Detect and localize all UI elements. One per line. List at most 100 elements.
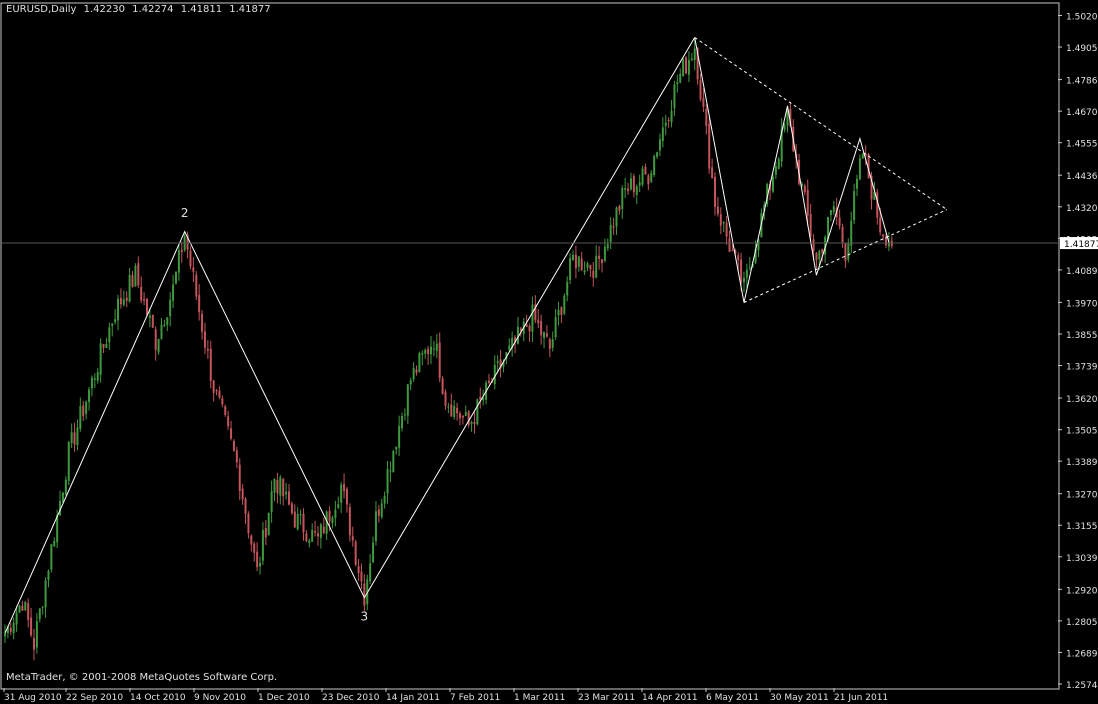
wave-label: 3 xyxy=(361,609,369,623)
candle-body xyxy=(345,488,348,505)
candle-body xyxy=(600,259,603,264)
time-tick-label: 1 Mar 2011 xyxy=(514,693,565,703)
candle-body xyxy=(635,186,638,195)
candle-body xyxy=(537,319,540,324)
candle-body xyxy=(322,526,325,534)
candle-body xyxy=(314,531,317,533)
candle-body xyxy=(21,605,24,611)
price-tick-label: 1.46705 xyxy=(1066,108,1098,118)
candle-body xyxy=(50,544,53,570)
candle-body xyxy=(174,271,177,284)
candle-body xyxy=(105,343,108,348)
candle-body xyxy=(206,348,209,351)
candle-body xyxy=(487,380,490,383)
candle-body xyxy=(560,307,563,315)
candle-body xyxy=(270,491,273,513)
candle-body xyxy=(470,421,473,424)
candle-body xyxy=(809,214,812,237)
candle-body xyxy=(641,168,644,185)
symbol-timeframe: EURUSD,Daily xyxy=(6,4,77,15)
price-tick-label: 1.29205 xyxy=(1066,586,1098,596)
candle-body xyxy=(337,504,340,508)
candle-body xyxy=(47,570,50,580)
candle-body xyxy=(363,583,366,606)
candle-body xyxy=(415,369,418,373)
candle-body xyxy=(508,345,511,350)
candle-body xyxy=(482,398,485,401)
candle-body xyxy=(88,389,91,402)
candle-body xyxy=(360,571,363,582)
time-tick-label: 30 May 2011 xyxy=(770,693,829,703)
price-tick-label: 1.45550 xyxy=(1066,140,1098,150)
candle-body xyxy=(879,217,882,233)
candle-body xyxy=(531,304,534,332)
candle-body xyxy=(79,406,82,429)
candle-body xyxy=(580,258,583,271)
candle-body xyxy=(406,384,409,416)
candle-body xyxy=(540,320,543,336)
candle-body xyxy=(96,372,99,381)
candle-body xyxy=(288,491,291,505)
candle-body xyxy=(438,342,441,379)
candle-body xyxy=(545,333,548,337)
candle-body xyxy=(458,413,461,419)
candle-body xyxy=(180,249,183,253)
time-tick-label: 9 Nov 2010 xyxy=(194,693,246,703)
candle-body xyxy=(218,390,221,398)
candle-body xyxy=(476,399,479,425)
candle-body xyxy=(319,524,322,538)
candle-body xyxy=(528,325,531,332)
time-tick-label: 22 Sep 2010 xyxy=(66,693,123,703)
candle-body xyxy=(722,221,725,224)
time-tick-label: 6 May 2011 xyxy=(706,693,759,703)
candle-body xyxy=(351,536,354,541)
candle-body xyxy=(38,608,41,619)
candle-body xyxy=(725,222,728,237)
candle-body xyxy=(241,488,244,500)
candle-body xyxy=(232,440,235,451)
candle-body xyxy=(111,323,114,326)
price-tick-label: 1.25740 xyxy=(1066,681,1098,691)
candle-body xyxy=(401,415,404,429)
candle-body xyxy=(372,542,375,563)
candle-body xyxy=(566,282,569,296)
candle-body xyxy=(82,405,85,417)
candle-body xyxy=(656,152,659,157)
candle-body xyxy=(172,284,175,301)
candle-body xyxy=(224,406,227,416)
candle-body xyxy=(134,265,137,287)
candle-body xyxy=(583,270,586,273)
candle-body xyxy=(73,432,76,445)
candle-body xyxy=(525,324,528,327)
candle-body xyxy=(4,633,6,637)
candle-body xyxy=(380,503,383,518)
candle-body xyxy=(221,398,224,405)
candle-body xyxy=(615,207,618,227)
candle-body xyxy=(667,119,670,121)
candle-body xyxy=(27,603,30,621)
candle-body xyxy=(598,255,601,260)
price-chart[interactable]: 2 3 1.50205 1.49050 1.47860 1.46705 1.45550 1.… xyxy=(0,0,1098,704)
price-tick-label: 1.40895 xyxy=(1066,267,1098,277)
price-tick-label: 1.26895 xyxy=(1066,649,1098,659)
candle-body xyxy=(673,84,676,109)
chart-header: EURUSD,Daily 1.42230 1.42274 1.41811 1.4… xyxy=(6,4,275,15)
price-tick-label: 1.30395 xyxy=(1066,554,1098,564)
candle-body xyxy=(256,551,259,568)
candle-body xyxy=(447,406,450,408)
current-price-label: 1.41877 xyxy=(1064,240,1098,250)
candle-body xyxy=(821,248,824,253)
price-tick-label: 1.35050 xyxy=(1066,427,1098,437)
candle-body xyxy=(53,540,56,547)
candle-body xyxy=(151,314,154,328)
candle-body xyxy=(203,331,206,348)
candle-body xyxy=(67,442,70,481)
candle-body xyxy=(24,601,27,611)
candle-body xyxy=(456,407,459,414)
candle-body xyxy=(125,297,128,301)
candle-body xyxy=(699,80,702,100)
candle-body xyxy=(302,513,305,533)
candle-body xyxy=(847,243,850,260)
candle-body xyxy=(198,294,201,313)
candle-body xyxy=(41,606,44,608)
